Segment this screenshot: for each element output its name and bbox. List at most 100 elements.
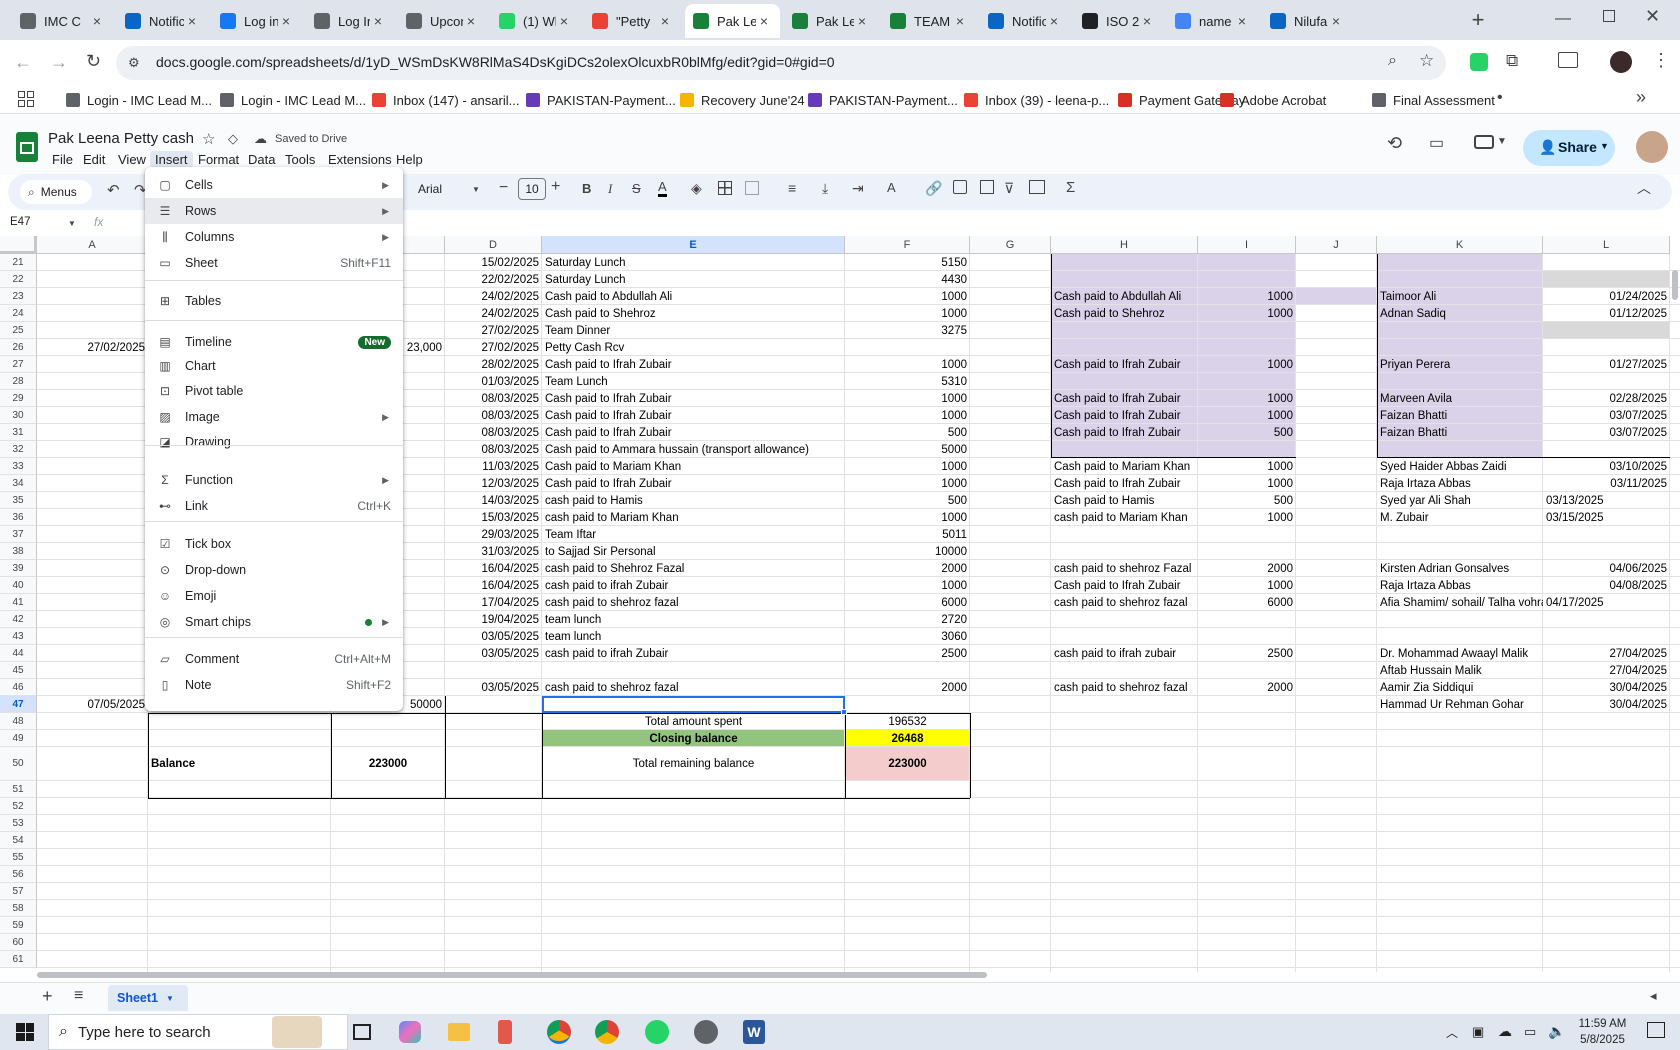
url-text[interactable]: docs.google.com/spreadsheets/d/1yD_WSmDs… — [156, 54, 835, 70]
sheet-tab-dropdown-icon[interactable]: ▼ — [166, 994, 174, 1003]
font-dropdown-icon[interactable]: ▼ — [472, 185, 480, 194]
borders-icon[interactable] — [718, 181, 732, 195]
cell-l31[interactable]: 03/07/2025 — [1543, 424, 1670, 441]
browser-tab[interactable]: name × — [1167, 4, 1258, 38]
notifications-icon[interactable] — [1647, 1022, 1665, 1038]
cell-l24[interactable]: 01/12/2025 — [1543, 305, 1670, 322]
row-header[interactable]: 59 — [0, 917, 37, 934]
tab-close-icon[interactable]: × — [89, 13, 105, 29]
cell-d44[interactable]: 03/05/2025 — [445, 645, 542, 662]
star-icon[interactable]: ☆ — [202, 130, 215, 148]
cell-h36[interactable]: cash paid to Mariam Khan — [1051, 509, 1211, 526]
insert-menu-item-tick-box[interactable]: ☑ Tick box — [145, 531, 403, 557]
column-header-h[interactable]: H — [1051, 236, 1198, 254]
whatsapp-extension-icon[interactable] — [1470, 53, 1488, 71]
insert-menu-item-image[interactable]: ▨ Image ▶ — [145, 404, 403, 430]
cell-d36[interactable]: 15/03/2025 — [445, 509, 542, 526]
row-header[interactable]: 56 — [0, 866, 37, 883]
row-header[interactable]: 50 — [0, 747, 37, 781]
cell-k23[interactable]: Taimoor Ali — [1377, 288, 1543, 305]
column-header-k[interactable]: K — [1377, 236, 1543, 254]
cell-e43[interactable]: team lunch — [542, 628, 842, 645]
insert-menu-item-cells[interactable]: ▢ Cells ▶ — [145, 172, 403, 198]
cell-h41[interactable]: cash paid to shehroz fazal — [1051, 594, 1211, 611]
row-header[interactable]: 52 — [0, 798, 37, 815]
cell-d25[interactable]: 27/02/2025 — [445, 322, 542, 339]
task-view-icon[interactable] — [353, 1024, 371, 1040]
cell-h34[interactable]: Cash paid to Ifrah Zubair — [1051, 475, 1211, 492]
cell-e41[interactable]: cash paid to shehroz fazal — [542, 594, 842, 611]
row-header[interactable]: 55 — [0, 849, 37, 866]
menu-tools[interactable]: Tools — [280, 151, 320, 168]
cell-f22[interactable]: 4430 — [845, 271, 970, 288]
cell-f37[interactable]: 5011 — [845, 526, 970, 543]
cell-f34[interactable]: 1000 — [845, 475, 970, 492]
volume-icon[interactable]: 🔈 — [1548, 1023, 1565, 1040]
row-header[interactable]: 54 — [0, 832, 37, 849]
cell-b50[interactable]: Balance — [148, 747, 331, 781]
browser-tab[interactable]: (1) Wh× — [491, 4, 580, 38]
insert-menu-item-columns[interactable]: ⫼ Columns ▶ — [145, 224, 403, 250]
filter-views-icon[interactable] — [1029, 180, 1045, 194]
menu-edit[interactable]: Edit — [78, 151, 110, 168]
cell-d24[interactable]: 24/02/2025 — [445, 305, 542, 322]
cell-h39[interactable]: cash paid to shehroz Fazal — [1051, 560, 1211, 577]
cell-i30[interactable]: 1000 — [1198, 407, 1296, 424]
tab-close-icon[interactable]: × — [556, 13, 572, 29]
cell-e25[interactable]: Team Dinner — [542, 322, 842, 339]
cell-f30[interactable]: 1000 — [845, 407, 970, 424]
cell-e21[interactable]: Saturday Lunch — [542, 254, 842, 271]
text-color-icon[interactable]: A — [658, 180, 667, 197]
browser-tab[interactable]: Notific × — [980, 4, 1070, 38]
row-header[interactable]: 24 — [0, 305, 37, 322]
bookmark-item[interactable]: Adobe Acrobat — [1220, 90, 1326, 110]
cell-f44[interactable]: 2500 — [845, 645, 970, 662]
cell-i24[interactable]: 1000 — [1198, 305, 1296, 322]
sheets-logo-icon[interactable] — [16, 132, 38, 162]
cell-e49[interactable]: Closing balance — [542, 730, 845, 747]
row-header[interactable]: 34 — [0, 475, 37, 492]
cell-f23[interactable]: 1000 — [845, 288, 970, 305]
insert-menu-item-comment[interactable]: ▱ Comment Ctrl+Alt+M — [145, 646, 403, 672]
font-family-select[interactable]: Arial — [418, 182, 442, 196]
cell-e39[interactable]: cash paid to Shehroz Fazal — [542, 560, 842, 577]
meet-icon[interactable] — [1474, 135, 1494, 149]
new-tab-button[interactable]: + — [1465, 8, 1491, 34]
cell-l33[interactable]: 03/10/2025 — [1543, 458, 1670, 475]
strikethrough-icon[interactable]: S — [632, 181, 641, 196]
cell-e24[interactable]: Cash paid to Shehroz — [542, 305, 842, 322]
cell-e23[interactable]: Cash paid to Abdullah Ali — [542, 288, 842, 305]
insert-menu-item-link[interactable]: ⊷ Link Ctrl+K — [145, 493, 403, 519]
forward-icon[interactable]: → — [50, 52, 68, 73]
bookmark-item[interactable]: Login - IMC Lead M... — [66, 90, 212, 110]
network-icon[interactable]: ▭ — [1524, 1024, 1536, 1040]
row-header[interactable]: 26 — [0, 339, 37, 356]
cell-f40[interactable]: 1000 — [845, 577, 970, 594]
version-history-icon[interactable]: ⟲ — [1387, 133, 1402, 154]
cell-l36[interactable]: 03/15/2025 — [1543, 509, 1670, 526]
selected-cell-e47[interactable] — [542, 696, 845, 713]
cell-h29[interactable]: Cash paid to Ifrah Zubair — [1051, 390, 1211, 407]
cell-k30[interactable]: Faizan Bhatti — [1377, 407, 1543, 424]
cell-f29[interactable]: 1000 — [845, 390, 970, 407]
name-box[interactable]: E47 — [10, 216, 30, 228]
tray-app-icon[interactable]: ▣ — [1472, 1024, 1484, 1040]
row-header[interactable]: 58 — [0, 900, 37, 917]
browser-tab[interactable]: Log in × — [212, 4, 302, 38]
cell-h40[interactable]: Cash paid to Ifrah Zubair — [1051, 577, 1211, 594]
insert-menu-item-drop-down[interactable]: ⊙ Drop-down — [145, 557, 403, 583]
cell-i36[interactable]: 1000 — [1198, 509, 1296, 526]
copilot-icon[interactable] — [399, 1021, 421, 1043]
cell-f42[interactable]: 2720 — [845, 611, 970, 628]
cell-k29[interactable]: Marveen Avila — [1377, 390, 1543, 407]
cell-e37[interactable]: Team Iftar — [542, 526, 842, 543]
cell-h30[interactable]: Cash paid to Ifrah Zubair — [1051, 407, 1211, 424]
cell-k31[interactable]: Faizan Bhatti — [1377, 424, 1543, 441]
cell-d29[interactable]: 08/03/2025 — [445, 390, 542, 407]
row-header[interactable]: 46 — [0, 679, 37, 696]
cell-e32[interactable]: Cash paid to Ammara hussain (transport a… — [542, 441, 842, 458]
functions-sigma-icon[interactable]: Σ — [1066, 179, 1075, 196]
insert-menu-item-note[interactable]: ▯ Note Shift+F2 — [145, 672, 403, 698]
filter-icon[interactable]: ⊽ — [1004, 180, 1014, 197]
cell-e26[interactable]: Petty Cash Rcv — [542, 339, 842, 356]
